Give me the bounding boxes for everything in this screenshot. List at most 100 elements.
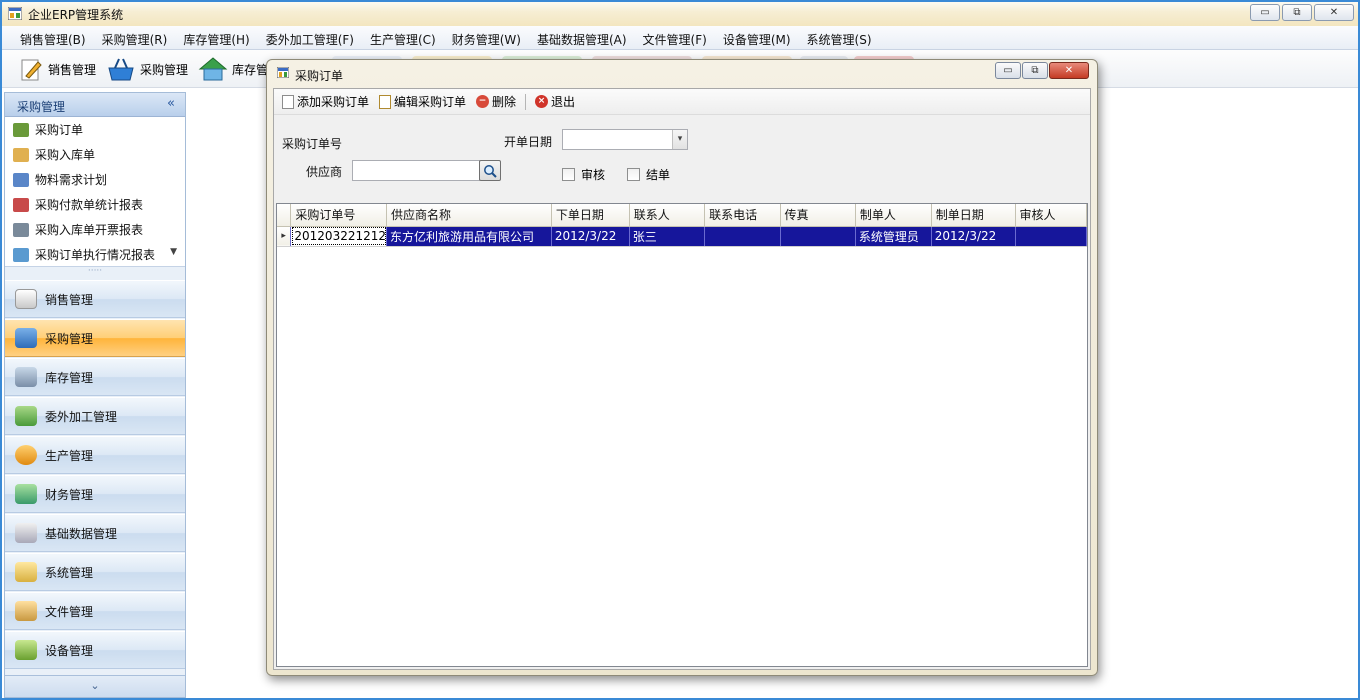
sidebar-group-sales[interactable]: 销售管理 (5, 280, 185, 318)
scroll-down-icon[interactable]: ▼ (170, 247, 177, 257)
sidebar-group-outsourcing[interactable]: 委外加工管理 (5, 397, 185, 435)
edit-document-icon (379, 94, 392, 109)
date-label: 开单日期 (504, 135, 553, 149)
closed-label: 结单 (646, 168, 671, 182)
menu-finance[interactable]: 财务管理(W) (444, 26, 529, 50)
child-close-button[interactable]: ✕ (1049, 62, 1089, 79)
toolbar-purchase-button[interactable]: 采购管理 (106, 54, 188, 84)
date-picker[interactable]: ▾ (562, 129, 688, 150)
delete-icon: − (476, 95, 490, 108)
column-header[interactable]: 制单日期 (931, 204, 1016, 227)
column-header[interactable]: 下单日期 (551, 204, 630, 227)
edit-order-button[interactable]: 编辑采购订单 (375, 91, 470, 112)
menu-system[interactable]: 系统管理(S) (799, 26, 880, 50)
receipt-pencil-icon (13, 147, 29, 162)
sidebar-group-system[interactable]: 系统管理 (5, 553, 185, 591)
chevron-down-icon[interactable]: ▾ (672, 130, 687, 149)
invoice-icon (13, 222, 29, 237)
restore-button[interactable]: ⧉ (1282, 4, 1312, 21)
sidebar-item-label: 采购订单执行情况报表 (35, 248, 156, 262)
menu-purchase[interactable]: 采购管理(R) (94, 26, 176, 50)
row-header-corner (277, 204, 292, 227)
audit-checkbox[interactable]: 审核 (562, 166, 605, 183)
sidebar-group-purchase[interactable]: 采购管理 (5, 319, 185, 357)
purchase-box-icon (15, 328, 37, 348)
edit-order-label: 编辑采购订单 (394, 95, 467, 109)
table-cell[interactable]: 东方亿利旅游用品有限公司 (386, 226, 552, 247)
menu-files[interactable]: 文件管理(F) (635, 26, 715, 50)
column-header[interactable]: 供应商名称 (386, 204, 552, 227)
sidebar-group-label: 委外加工管理 (45, 409, 118, 424)
child-minimize-button[interactable]: ▭ (995, 62, 1021, 79)
table-cell[interactable]: 2012/3/22 (931, 226, 1016, 247)
sidebar-group-inventory[interactable]: 库存管理 (5, 358, 185, 396)
sidebar-group-label: 基础数据管理 (45, 526, 118, 541)
sidebar-item-purchase-receipt[interactable]: 采购入库单 (5, 142, 185, 167)
pencil-paper-icon (21, 59, 42, 81)
menu-equipment[interactable]: 设备管理(M) (715, 26, 799, 50)
sidebar-group-label: 设备管理 (45, 643, 94, 658)
toolbar-sales-button[interactable]: 销售管理 (18, 54, 96, 84)
sidebar-group-equipment[interactable]: 设备管理 (5, 631, 185, 669)
app-window: 企业ERP管理系统 ▭ ⧉ ✕ 销售管理(B) 采购管理(R) 库存管理(H) … (0, 0, 1360, 700)
table-cell[interactable]: 张三 (629, 226, 706, 247)
table-cell[interactable]: 2012/3/22 (551, 226, 630, 247)
table-cell[interactable] (1015, 226, 1087, 247)
sidebar-item-mrp[interactable]: 物料需求计划 (5, 167, 185, 192)
minimize-button[interactable]: ▭ (1250, 4, 1280, 21)
supplier-input[interactable] (352, 160, 480, 181)
menu-sales[interactable]: 销售管理(B) (12, 26, 94, 50)
child-title-bar: 采购订单 ▭ ⧉ ✕ (267, 60, 1097, 86)
report-icon (13, 197, 29, 212)
app-icon (277, 67, 289, 78)
splitter-grip[interactable]: ····· (5, 267, 185, 279)
sidebar-group-label: 采购管理 (45, 331, 94, 346)
orders-grid: 采购订单号 供应商名称 下单日期 联系人 联系电话 传真 制单人 制单日期 审核… (276, 203, 1088, 667)
column-header[interactable]: 传真 (780, 204, 856, 227)
column-header[interactable]: 采购订单号 (290, 204, 388, 227)
sidebar-group-production[interactable]: 生产管理 (5, 436, 185, 474)
sidebar-group-label: 库存管理 (45, 370, 94, 385)
checkbox-box[interactable] (627, 168, 640, 181)
row-indicator-icon[interactable]: ▸ (277, 226, 292, 247)
sidebar-item-execution-report[interactable]: 采购订单执行情况报表 (5, 242, 185, 267)
table-row[interactable]: ▸ 201203221212 东方亿利旅游用品有限公司 2012/3/22 张三… (277, 226, 1087, 247)
closed-checkbox[interactable]: 结单 (627, 166, 670, 183)
table-cell[interactable] (704, 226, 781, 247)
sidebar-item-payment-report[interactable]: 采购付款单统计报表 (5, 192, 185, 217)
collapse-icon[interactable]: « (167, 96, 175, 111)
grid-table-icon (13, 172, 29, 187)
menu-basic-data[interactable]: 基础数据管理(A) (529, 26, 635, 50)
delete-button[interactable]: − 删除 (472, 91, 520, 112)
toolbar-inventory-label: 库存管 (232, 62, 269, 77)
column-header[interactable]: 制单人 (855, 204, 932, 227)
sidebar-item-invoice-report[interactable]: 采购入库单开票报表 (5, 217, 185, 242)
sidebar-item-purchase-order[interactable]: 采购订单 (5, 117, 185, 142)
menu-production[interactable]: 生产管理(C) (362, 26, 444, 50)
sidebar-group-label: 财务管理 (45, 487, 94, 502)
sidebar-group-basic-data[interactable]: 基础数据管理 (5, 514, 185, 552)
add-order-button[interactable]: 添加采购订单 (278, 91, 373, 112)
close-button[interactable]: ✕ (1314, 4, 1354, 21)
sidebar-group-finance[interactable]: 财务管理 (5, 475, 185, 513)
navigation-sidebar: 采购管理 « 采购订单 采购入库单 物料需求计划 采购付款单统计报表 采购入库单… (4, 92, 186, 698)
table-cell[interactable]: 系统管理员 (855, 226, 932, 247)
column-header[interactable]: 联系人 (629, 204, 706, 227)
table-cell[interactable] (780, 226, 856, 247)
exit-button[interactable]: × 退出 (531, 91, 579, 112)
supplier-search-button[interactable] (479, 160, 501, 181)
toolbar-inventory-button[interactable]: 库存管 (198, 54, 268, 84)
menu-outsourcing[interactable]: 委外加工管理(F) (258, 26, 362, 50)
column-header[interactable]: 联系电话 (704, 204, 781, 227)
sidebar-item-label: 采购入库单 (35, 148, 96, 162)
sidebar-group-files[interactable]: 文件管理 (5, 592, 185, 630)
search-icon (484, 165, 497, 178)
purchase-order-window: 采购订单 ▭ ⧉ ✕ 添加采购订单 编辑采购订单 − 删除 × 退出 采购订单号… (266, 59, 1098, 676)
child-restore-button[interactable]: ⧉ (1022, 62, 1048, 79)
sidebar-more-chevron[interactable]: ⌄ (5, 675, 185, 697)
checkbox-box[interactable] (562, 168, 575, 181)
table-cell[interactable]: 201203221212 (290, 226, 388, 247)
folder-settings-icon (15, 562, 37, 582)
column-header[interactable]: 审核人 (1015, 204, 1087, 227)
menu-inventory[interactable]: 库存管理(H) (175, 26, 257, 50)
